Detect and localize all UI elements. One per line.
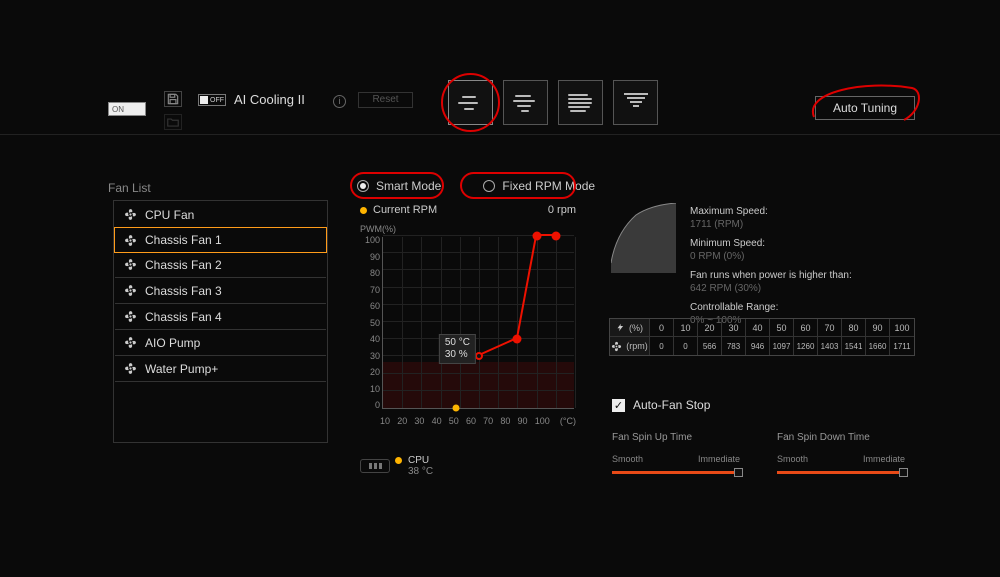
fan-row[interactable]: AIO Pump	[115, 330, 326, 356]
y-ticks: 1009080706050403020100	[360, 235, 380, 410]
fan-row[interactable]: Chassis Fan 2	[115, 252, 326, 278]
fan-curve-plot[interactable]: 50 °C 30 %	[382, 237, 574, 409]
preset-manual[interactable]	[613, 80, 658, 125]
save-icon[interactable]	[164, 91, 182, 107]
fan-icon	[123, 233, 137, 247]
spin-up-label: Fan Spin Up Time	[612, 432, 692, 443]
manual-icon	[623, 93, 649, 113]
feature-label: AI Cooling II	[234, 92, 305, 107]
temp-marker	[452, 405, 459, 412]
legend-toggle[interactable]	[360, 459, 390, 473]
rpm-table: (%)0102030405060708090100(rpm)0056678394…	[609, 318, 915, 356]
fan-icon	[123, 284, 137, 298]
wind-icon	[568, 93, 594, 113]
mode-fixed[interactable]: Fixed RPM Mode	[483, 179, 595, 193]
rpm-dot-icon	[360, 207, 367, 214]
curve-point[interactable]	[475, 352, 483, 360]
fan-row[interactable]: Water Pump+	[115, 356, 326, 382]
x-ticks: 102030405060708090100(°C)	[380, 416, 576, 426]
spin-down-slider[interactable]	[777, 471, 904, 474]
fan-presets	[448, 80, 658, 125]
curve-point[interactable]	[532, 232, 541, 241]
wind-icon	[458, 93, 484, 113]
auto-fan-stop-label: Auto-Fan Stop	[633, 398, 710, 412]
fan-icon	[123, 208, 137, 222]
fan-row[interactable]: Chassis Fan 3	[115, 278, 326, 304]
fan-info: Maximum Speed:1711 (RPM) Minimum Speed:0…	[690, 205, 852, 333]
open-icon[interactable]	[164, 114, 182, 130]
curve-tooltip: 50 °C 30 %	[439, 334, 476, 364]
current-rpm-value: 0 rpm	[548, 204, 576, 216]
preset-full[interactable]	[558, 80, 603, 125]
legend-dot-icon	[395, 457, 402, 464]
current-rpm-label: Current RPM	[373, 204, 437, 216]
preset-standard[interactable]	[448, 80, 493, 125]
reset-button[interactable]: Reset	[358, 92, 413, 108]
preset-turbo[interactable]	[503, 80, 548, 125]
fan-icon	[123, 258, 137, 272]
legend-cpu: CPU38 °C	[395, 455, 433, 477]
slider-min-label: Smooth	[612, 454, 643, 464]
curve-thumbnail	[611, 203, 676, 273]
wind-icon	[513, 93, 539, 113]
y-axis-title: PWM(%)	[360, 224, 576, 234]
slider-min-label: Smooth	[777, 454, 808, 464]
spin-up-slider[interactable]	[612, 471, 739, 474]
slider-max-label: Immediate	[863, 454, 905, 464]
mode-smart[interactable]: Smart Mode	[357, 179, 441, 193]
ai-cooling-toggle[interactable]: OFF	[198, 94, 226, 106]
auto-fan-stop-checkbox[interactable]: ✓	[612, 399, 625, 412]
slider-max-label: Immediate	[698, 454, 740, 464]
curve-point[interactable]	[513, 335, 522, 344]
fan-row[interactable]: CPU Fan	[115, 202, 326, 228]
fan-icon	[123, 362, 137, 376]
on-toggle[interactable]: ON	[108, 102, 146, 116]
fan-row[interactable]: Chassis Fan 1	[114, 227, 327, 253]
fan-icon	[123, 336, 137, 350]
info-icon[interactable]: i	[333, 95, 346, 108]
spin-down-label: Fan Spin Down Time	[777, 432, 870, 443]
fanlist: CPU FanChassis Fan 1Chassis Fan 2Chassis…	[113, 200, 328, 443]
fanlist-title: Fan List	[108, 181, 151, 195]
fan-icon	[123, 310, 137, 324]
curve-point[interactable]	[551, 232, 560, 241]
fan-row[interactable]: Chassis Fan 4	[115, 304, 326, 330]
auto-tuning-button[interactable]: Auto Tuning	[815, 96, 915, 120]
